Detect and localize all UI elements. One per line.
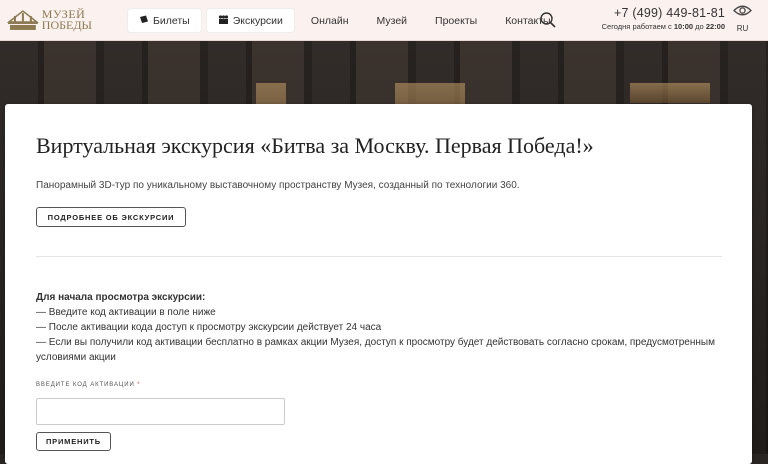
instructions: Для начала просмотра экскурсии: — Введит… — [36, 290, 726, 365]
activation-code-label-text: ВВЕДИТЕ КОД АКТИВАЦИИ — [36, 382, 135, 388]
nav-item-online[interactable]: Онлайн — [300, 9, 360, 32]
instruction-item: — Если вы получили код активации бесплат… — [36, 337, 715, 363]
instruction-item: — Введите код активации в поле ниже — [36, 307, 216, 318]
nav-item-label: Музей — [376, 14, 408, 27]
divider — [36, 256, 722, 257]
required-mark: * — [137, 382, 141, 388]
nav-item-excursions[interactable]: Экскурсии — [206, 9, 294, 32]
main-nav: Билеты Экскурсии Онлайн Музей Проекты Ко… — [128, 9, 568, 32]
nav-item-label: Проекты — [435, 14, 478, 27]
opening-hours: Сегодня работаем с 10:00 до 22:00 — [580, 22, 725, 31]
more-about-excursion-button[interactable]: ПОДРОБНЕЕ ОБ ЭКСКУРСИИ — [36, 207, 186, 227]
logo-emblem-icon — [6, 10, 39, 30]
hours-prefix: Сегодня работаем с — [601, 22, 672, 31]
activation-code-label: ВВЕДИТЕ КОД АКТИВАЦИИ * — [36, 382, 140, 388]
contact-block: +7 (499) 449-81-81 Сегодня работаем с 10… — [580, 6, 725, 31]
page-title: Виртуальная экскурсия «Битва за Москву. … — [36, 133, 594, 158]
nav-item-label: Экскурсии — [232, 14, 283, 27]
instructions-heading: Для начала просмотра экскурсии: — [36, 292, 206, 303]
instruction-item: — После активации кода доступ к просмотр… — [36, 322, 382, 333]
museum-logo[interactable]: МУЗЕЙ ПОБЕДЫ — [6, 6, 92, 34]
nav-item-label: Онлайн — [310, 14, 349, 27]
nav-item-label: Билеты — [153, 14, 190, 27]
excursion-card: Виртуальная экскурсия «Битва за Москву. … — [5, 104, 752, 464]
logo-line-2: ПОБЕДЫ — [41, 18, 92, 32]
people-icon — [218, 14, 229, 27]
page-subtitle: Панорамный 3D-тур по уникальному выставо… — [36, 180, 520, 191]
nav-item-projects[interactable]: Проекты — [424, 9, 488, 32]
site-header: МУЗЕЙ ПОБЕДЫ Билеты Экскурсии Онлайн Муз… — [0, 0, 768, 41]
phone-number[interactable]: +7 (499) 449-81-81 — [580, 6, 725, 20]
apply-button[interactable]: ПРИМЕНИТЬ — [36, 432, 111, 451]
hours-from: 10:00 — [673, 22, 694, 31]
window-light — [630, 83, 710, 103]
nav-item-museum[interactable]: Музей — [366, 9, 419, 32]
search-icon[interactable] — [539, 11, 557, 29]
hours-mid: до — [695, 22, 704, 31]
activation-code-input[interactable] — [36, 398, 285, 425]
logo-text: МУЗЕЙ ПОБЕДЫ — [41, 8, 92, 32]
language-switch[interactable]: RU — [733, 24, 752, 33]
ticket-icon — [139, 15, 149, 27]
hours-to: 22:00 — [705, 22, 725, 31]
eye-icon[interactable] — [733, 4, 752, 17]
nav-item-tickets[interactable]: Билеты — [128, 9, 201, 32]
